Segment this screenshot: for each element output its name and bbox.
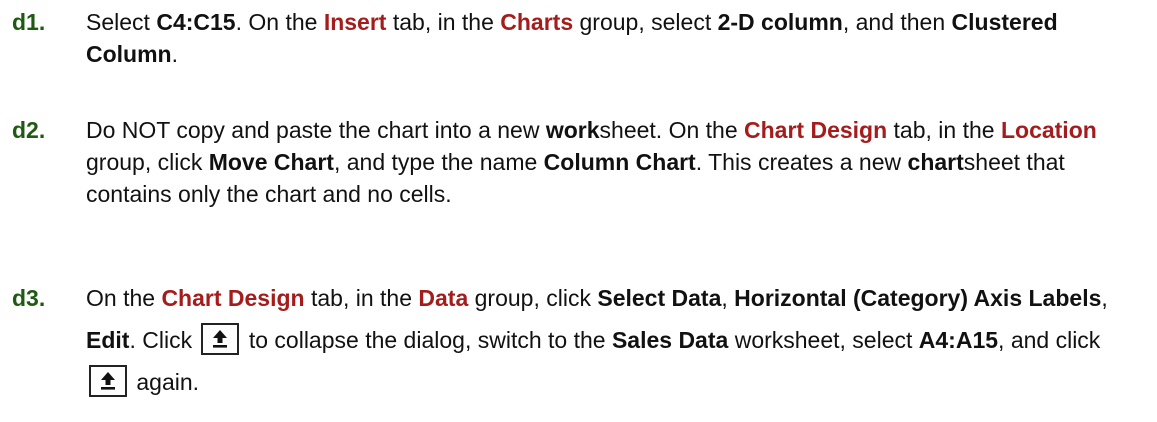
- text-run: ,: [721, 285, 735, 311]
- text-run: . This creates a new: [695, 149, 908, 175]
- ui-term: Data: [418, 285, 469, 311]
- text-run: group, click: [86, 149, 209, 175]
- text-run: , and click: [998, 327, 1101, 353]
- bold-term: Select Data: [597, 285, 722, 311]
- text-run: to collapse the dialog, switch to the: [242, 327, 612, 353]
- bold-term: A4:A15: [918, 327, 999, 353]
- text-run: group, select: [573, 9, 718, 35]
- step-number: d1.: [12, 9, 46, 35]
- text-run: Do NOT copy and paste the chart into a n…: [86, 117, 546, 143]
- instruction-document: d1. Select C4:C15. On the Insert tab, in…: [0, 0, 1157, 422]
- bold-term: C4:C15: [156, 9, 236, 35]
- step-text: Select C4:C15. On the Insert tab, in the…: [86, 6, 1147, 70]
- text-run: .: [171, 41, 178, 67]
- text-run: tab, in the: [304, 285, 419, 311]
- ui-term: Charts: [500, 9, 574, 35]
- bold-term: Edit: [86, 327, 130, 353]
- text-run: . On the: [235, 9, 324, 35]
- text-run: On the: [86, 285, 162, 311]
- ui-term: Chart Design: [161, 285, 305, 311]
- text-run: tab, in the: [887, 117, 1001, 143]
- step-text: Do NOT copy and paste the chart into a n…: [86, 114, 1147, 210]
- ui-term: Location: [1000, 117, 1097, 143]
- text-run: Select: [86, 9, 157, 35]
- ui-term: Insert: [323, 9, 387, 35]
- text-run: . Click: [129, 327, 199, 353]
- bold-term: Sales Data: [611, 327, 729, 353]
- step-number: d2.: [12, 117, 46, 143]
- text-run: again.: [130, 369, 200, 395]
- text-run: , and then: [842, 9, 952, 35]
- ui-term: Chart Design: [744, 117, 888, 143]
- step-text: On the Chart Design tab, in the Data gro…: [86, 277, 1147, 403]
- bold-term: work: [545, 117, 600, 143]
- text-run: , and type the name: [333, 149, 544, 175]
- collapse-dialog-icon: [201, 323, 240, 355]
- bold-term: 2-D column: [717, 9, 843, 35]
- bold-term: Horizontal (Category) Axis Labels: [734, 285, 1102, 311]
- text-run: ,: [1101, 285, 1108, 311]
- text-run: sheet. On the: [599, 117, 745, 143]
- text-run: group, click: [468, 285, 598, 311]
- bold-term: Column Chart: [543, 149, 696, 175]
- text-run: worksheet, select: [728, 327, 919, 353]
- bold-term: Move Chart: [208, 149, 334, 175]
- step-number: d3.: [12, 285, 46, 311]
- bold-term: chart: [907, 149, 964, 175]
- collapse-dialog-icon: [89, 365, 127, 397]
- text-run: tab, in the: [386, 9, 501, 35]
